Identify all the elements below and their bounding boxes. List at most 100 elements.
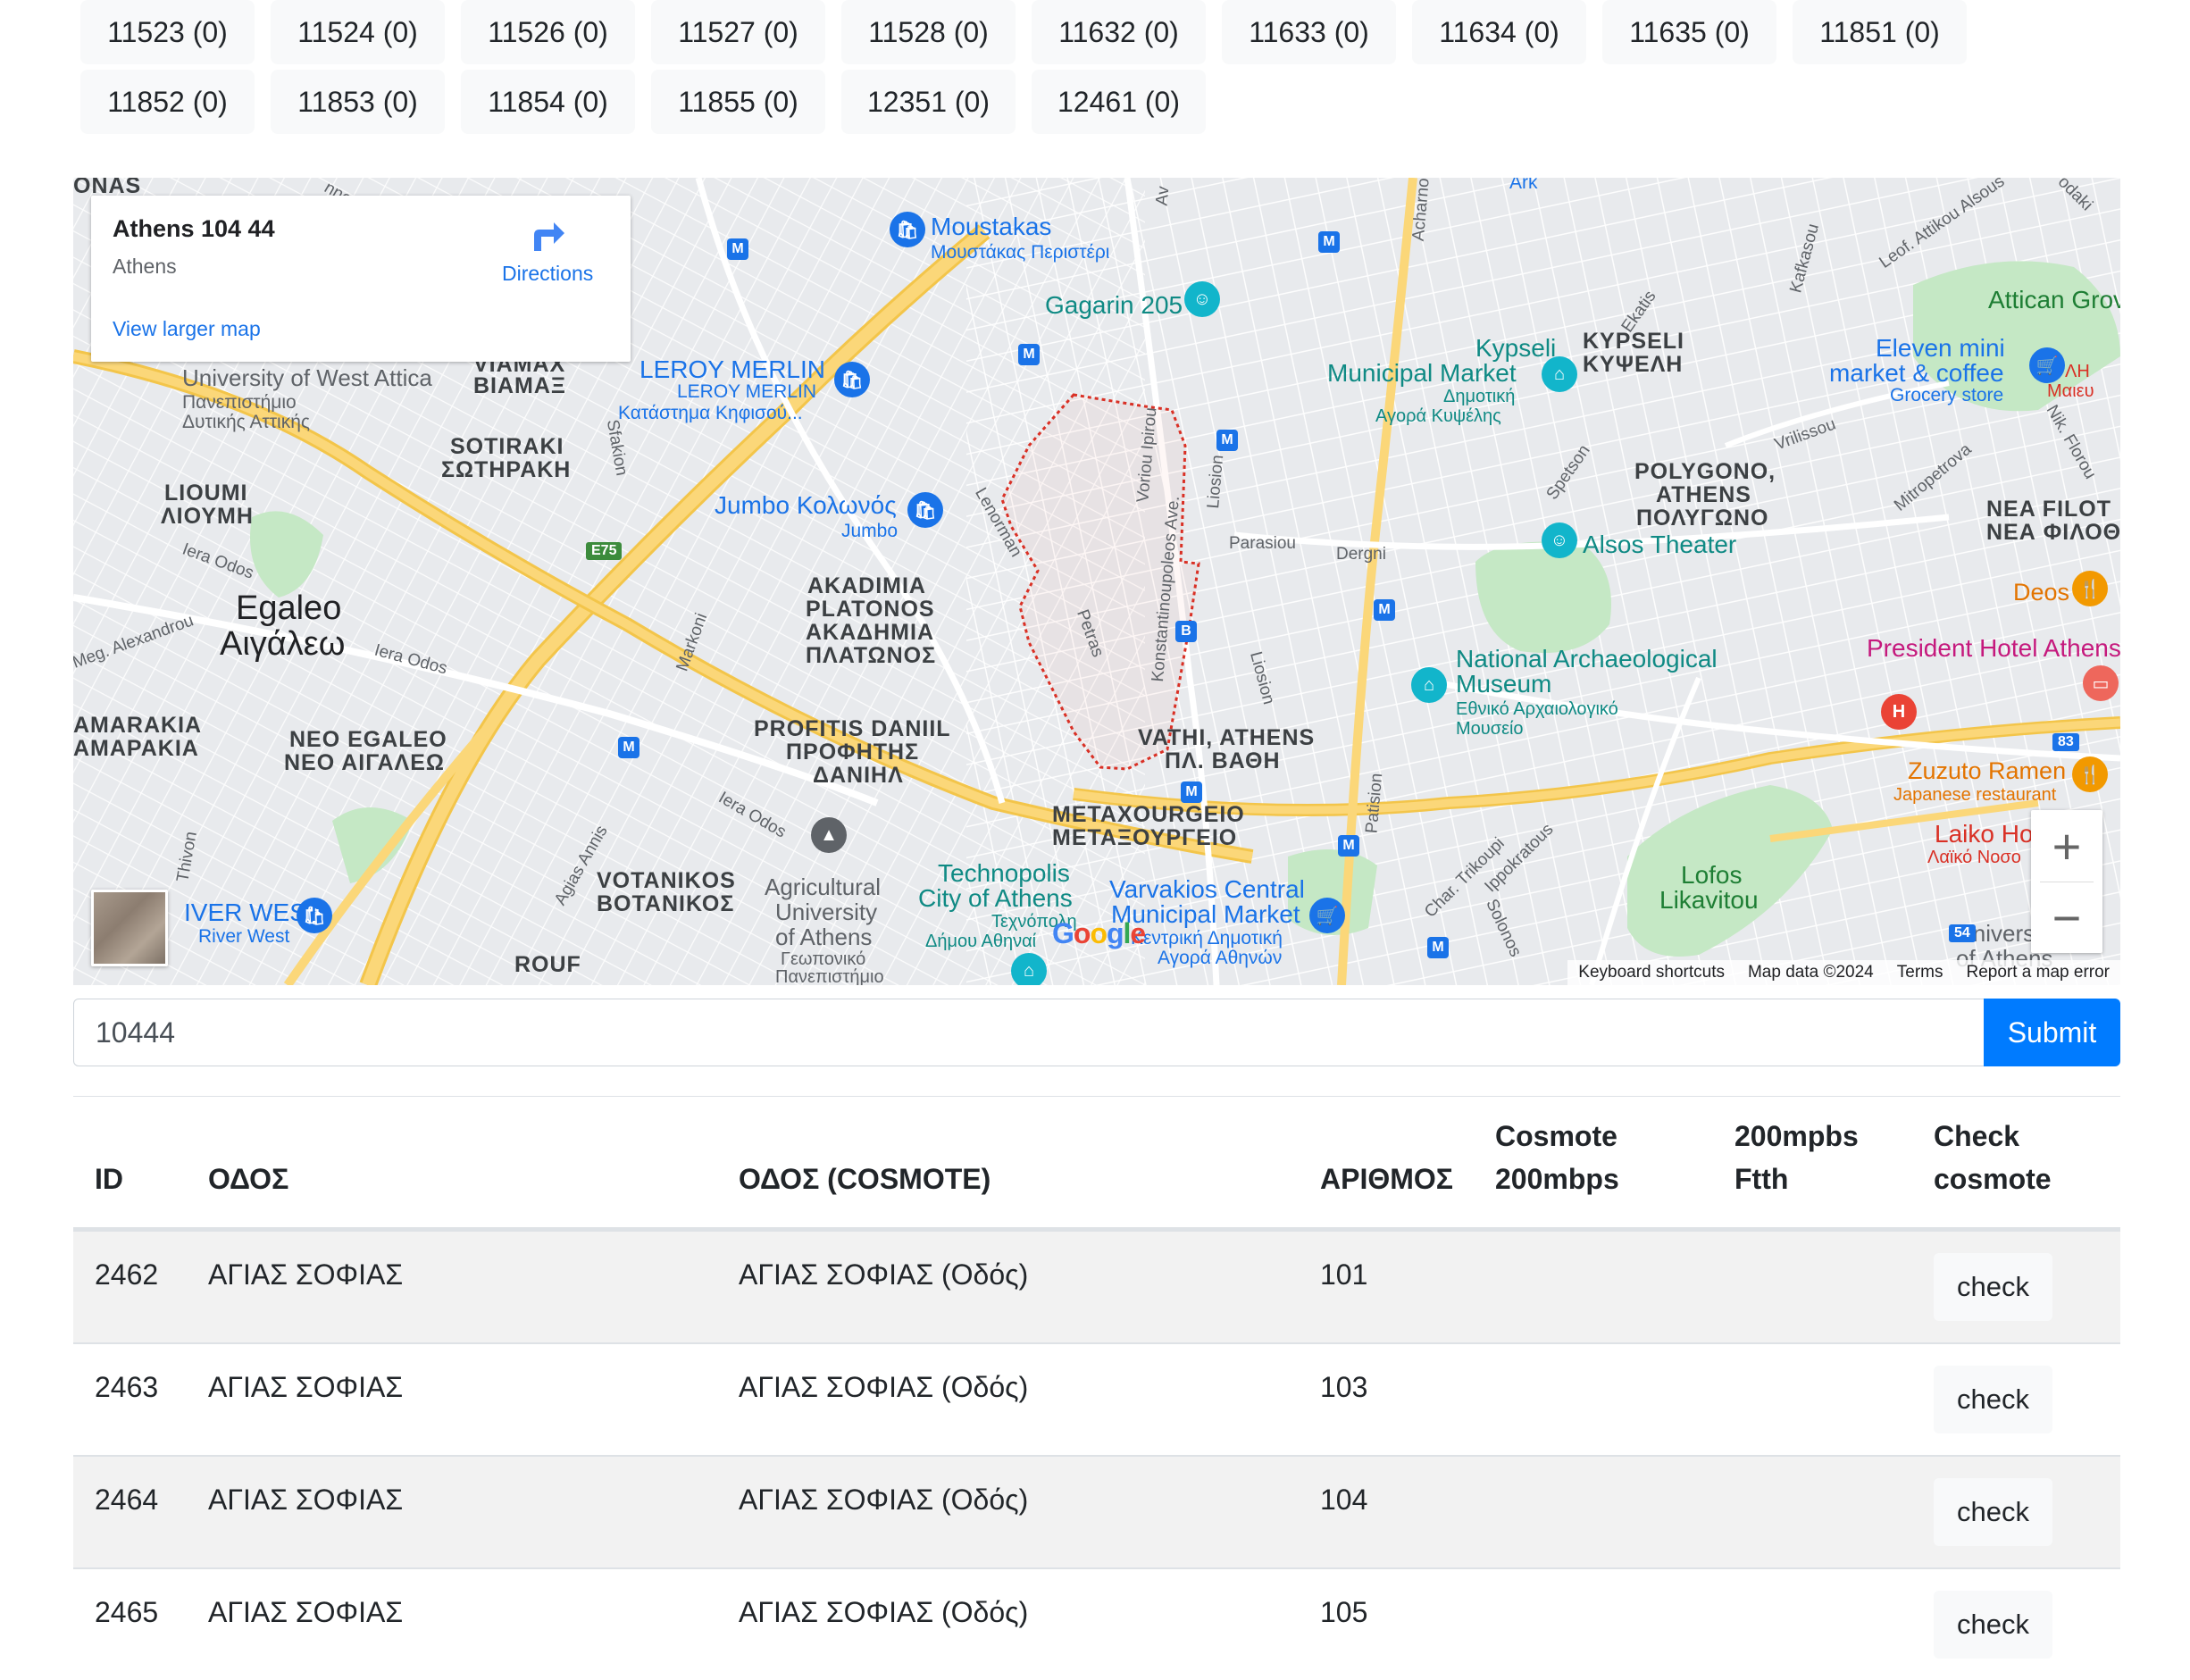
map-label-akadimia-gr: ΑΚΑΔΗΜΙΑ (806, 620, 935, 645)
poi-uniwa[interactable]: University of West Attica (182, 365, 432, 391)
map-label-polygono: POLYGONO, (1634, 459, 1776, 484)
directions-icon[interactable] (529, 215, 568, 255)
postal-code-chip[interactable]: 11527 (0) (651, 0, 825, 64)
shopping-pin-icon[interactable]: 🛍 (890, 212, 925, 247)
postal-code-input[interactable] (73, 999, 1985, 1066)
poi-jumbo[interactable]: Jumbo Κολωνός (715, 491, 897, 520)
keyboard-shortcuts-link[interactable]: Keyboard shortcuts (1578, 963, 1725, 982)
poi-deos[interactable]: Deos (2013, 579, 2069, 606)
shopping-pin-icon[interactable]: 🛍 (834, 362, 870, 397)
postal-code-chip[interactable]: 11528 (0) (841, 0, 1016, 64)
report-map-error-link[interactable]: Report a map error (1966, 963, 2110, 982)
hospital-pin-icon[interactable]: H (1881, 694, 1917, 730)
poi-river-west[interactable]: IVER WEST (184, 899, 322, 927)
embedded-map[interactable]: Egaleo Αιγάλεω KYPSELI ΚΥΨΕΛΗ POLYGONO, … (73, 178, 2120, 985)
map-label-votanikos-gr: ΒΟΤΑΝΙΚΟΣ (597, 891, 735, 916)
poi-moustakas[interactable]: Moustakas (931, 213, 1051, 241)
poi-agricultural[interactable]: Agricultural (765, 874, 881, 900)
postal-code-chip[interactable]: 11523 (0) (80, 0, 255, 64)
postal-code-chip[interactable]: 11635 (0) (1602, 0, 1776, 64)
poi-president-hotel[interactable]: President Hotel Athens (1867, 634, 2120, 663)
column-header-ftth-line2: Ftth (1734, 1163, 1789, 1195)
museum-pin-icon[interactable]: ⌂ (1411, 667, 1447, 703)
postal-code-chip[interactable]: 11634 (0) (1412, 0, 1586, 64)
column-header-number: ΑΡΙΘΜΟΣ (1320, 1163, 1453, 1195)
poi-lofos-2: Likavitou (1659, 886, 1759, 914)
postal-code-chip[interactable]: 11526 (0) (461, 0, 635, 64)
metro-station-icon[interactable]: M (1216, 430, 1238, 451)
poi-river-west-sub: River West (198, 926, 290, 947)
metro-station-icon[interactable]: M (727, 238, 748, 260)
map-label-amarakia-gr: AMAPAKIA (73, 736, 199, 761)
map-label-nea-filothei: NEA FILOT (1986, 497, 2112, 522)
hotel-pin-icon[interactable]: ▭ (2083, 665, 2119, 701)
postal-code-chip[interactable]: 11854 (0) (461, 70, 635, 134)
poi-leroy-merlin[interactable]: LEROY MERLIN (639, 355, 825, 384)
map-label-metaxourgeio-gr: ΜΕΤΑΞΟΥΡΓΕΙΟ (1052, 825, 1238, 850)
zoom-in-button[interactable]: + (2031, 810, 2102, 882)
poi-maternity: ΛΗ (2065, 362, 2090, 381)
postal-code-chip[interactable]: 11632 (0) (1032, 0, 1206, 64)
check-cosmote-button[interactable]: check (1934, 1478, 2052, 1546)
cell-number: 101 (1320, 1258, 1368, 1291)
postal-code-chip[interactable]: 12461 (0) (1032, 70, 1206, 134)
view-larger-map-link[interactable]: View larger map (113, 317, 261, 341)
postal-code-chip[interactable]: 11855 (0) (651, 70, 825, 134)
poi-kypseli-market-gr: Δημοτική (1443, 387, 1516, 406)
column-header-cosmote-line1: Cosmote (1495, 1120, 1617, 1152)
poi-moustakas-gr: Μουστάκας Περιστέρι (931, 242, 1110, 263)
check-cosmote-button[interactable]: check (1934, 1591, 2052, 1659)
satellite-layer-toggle[interactable] (91, 890, 168, 966)
poi-laiko[interactable]: Laiko Ho (1935, 820, 2034, 848)
poi-zuzuto[interactable]: Zuzuto Ramen (1908, 757, 2066, 785)
poi-varvakios-gr2: Αγορά Αθηνών (1158, 948, 1283, 968)
postal-code-chip[interactable]: 12351 (0) (841, 70, 1016, 134)
restaurant-pin-icon[interactable]: 🍴 (2072, 571, 2108, 606)
metro-station-icon[interactable]: M (1018, 344, 1040, 365)
grocery-pin-icon[interactable]: 🛒 (2029, 347, 2065, 383)
metro-station-icon[interactable]: M (1338, 835, 1359, 857)
postal-code-chip[interactable]: 11851 (0) (1793, 0, 1967, 64)
zoom-out-button[interactable]: − (2031, 882, 2102, 953)
map-label-neo-egaleo: NEO EGALEO (289, 727, 447, 752)
metro-station-icon[interactable]: M (1181, 781, 1202, 803)
poi-agricultural-gr: Γεωπονικό (781, 949, 866, 969)
postal-code-chip[interactable]: 11524 (0) (271, 0, 445, 64)
metro-station-icon[interactable]: M (618, 737, 639, 758)
school-pin-icon[interactable]: ▲ (811, 817, 847, 853)
terms-link[interactable]: Terms (1897, 963, 1943, 982)
theater-pin-icon[interactable]: ☺ (1542, 522, 1577, 558)
poi-leroy-merlin-sub: LEROY MERLIN (677, 381, 816, 402)
street-dergni: Dergni (1336, 545, 1386, 564)
map-label-profitis: PROFITIS DANIIL (754, 716, 951, 741)
postal-code-chip[interactable]: 11633 (0) (1222, 0, 1396, 64)
grocery-pin-icon[interactable]: 🛒 (1309, 898, 1345, 933)
bus-stop-icon[interactable]: B (1175, 621, 1197, 642)
poi-alsos-theater[interactable]: Alsos Theater (1583, 531, 1736, 559)
submit-button[interactable]: Submit (1984, 999, 2120, 1066)
metro-station-icon[interactable]: M (1427, 937, 1449, 958)
cell-street: ΑΓΙΑΣ ΣΟΦΙΑΣ (208, 1596, 404, 1628)
postal-code-chip[interactable]: 11853 (0) (271, 70, 445, 134)
restaurant-pin-icon[interactable]: 🍴 (2072, 756, 2108, 792)
theater-pin-icon[interactable]: ☺ (1184, 281, 1220, 317)
column-header-check-line2: cosmote (1934, 1163, 2052, 1195)
poi-uniwa-gr2: Δυτικής Αττικής (182, 412, 311, 432)
cell-number: 104 (1320, 1484, 1368, 1516)
map-info-card: Athens 104 44 Athens View larger map Dir… (91, 196, 631, 362)
metro-station-icon[interactable]: M (1318, 231, 1340, 253)
poi-agricultural-3: of Athens (775, 924, 873, 950)
check-cosmote-button[interactable]: check (1934, 1253, 2052, 1321)
directions-link[interactable]: Directions (502, 262, 593, 286)
poi-agricultural-2: University (775, 899, 878, 925)
cell-id: 2462 (95, 1258, 159, 1291)
poi-gagarin[interactable]: Gagarin 205 (1045, 291, 1183, 320)
poi-attican-grove[interactable]: Attican Grov (1988, 286, 2120, 314)
shopping-pin-icon[interactable]: 🛍 (907, 492, 943, 528)
check-cosmote-button[interactable]: check (1934, 1366, 2052, 1433)
postal-code-chip[interactable]: 11852 (0) (80, 70, 255, 134)
cell-id: 2463 (95, 1371, 159, 1403)
map-label-vathi: VATHI, ATHENS (1138, 725, 1316, 750)
museum-pin-icon[interactable]: ⌂ (1011, 953, 1047, 985)
metro-station-icon[interactable]: M (1374, 599, 1395, 621)
